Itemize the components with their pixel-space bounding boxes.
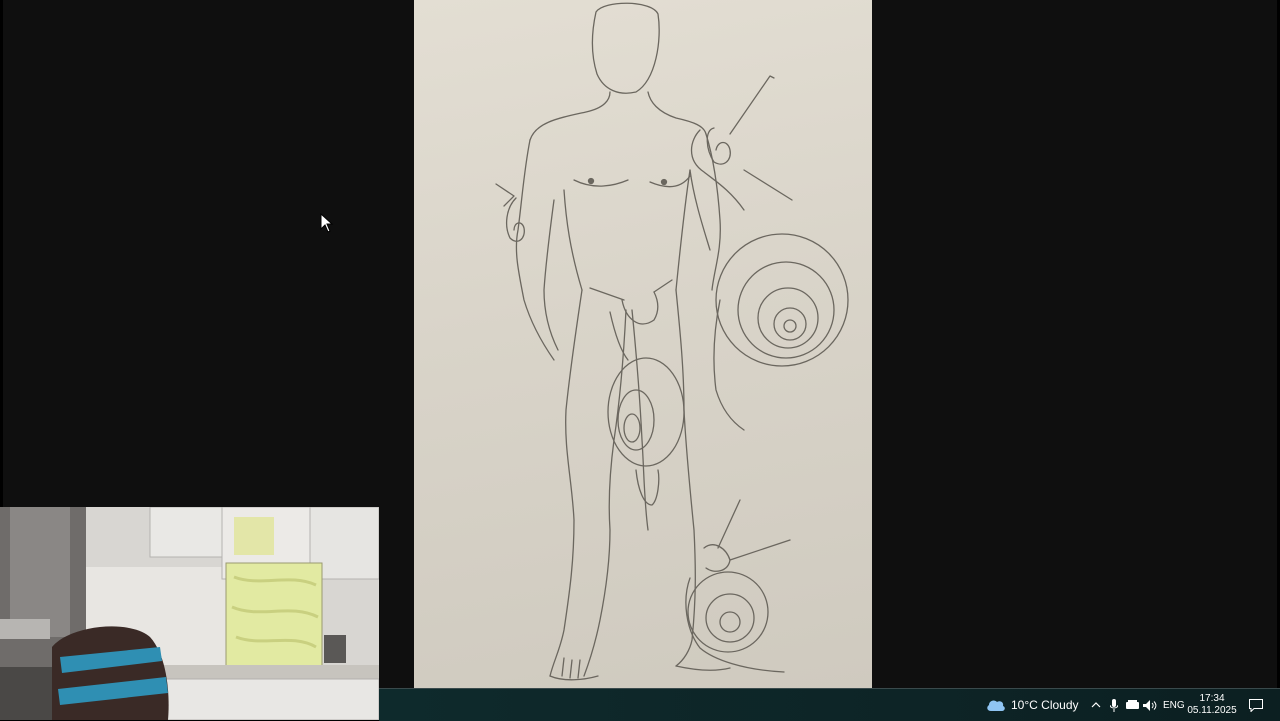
system-clock[interactable]: 17:34 05.11.2025 [1187, 689, 1237, 721]
clock-date: 05.11.2025 [1187, 705, 1237, 716]
taskbar: 10°C Cloudy ENG 17:34 05.11.2025 [379, 688, 1280, 721]
pencil-sketch-image [414, 0, 872, 688]
weather-widget-text[interactable]: 10°C Cloudy [1011, 689, 1079, 721]
webcam-overlay [0, 507, 379, 720]
input-language-indicator[interactable]: ENG [1163, 689, 1185, 721]
chevron-up-icon[interactable] [1090, 689, 1102, 721]
network-icon[interactable] [1125, 689, 1139, 721]
clock-time: 17:34 [1199, 693, 1225, 704]
mouse-pointer-icon [320, 212, 334, 233]
speaker-icon[interactable] [1143, 689, 1157, 721]
microphone-icon[interactable] [1108, 689, 1120, 721]
cloud-icon[interactable] [986, 689, 1006, 721]
notification-icon[interactable] [1248, 689, 1264, 721]
